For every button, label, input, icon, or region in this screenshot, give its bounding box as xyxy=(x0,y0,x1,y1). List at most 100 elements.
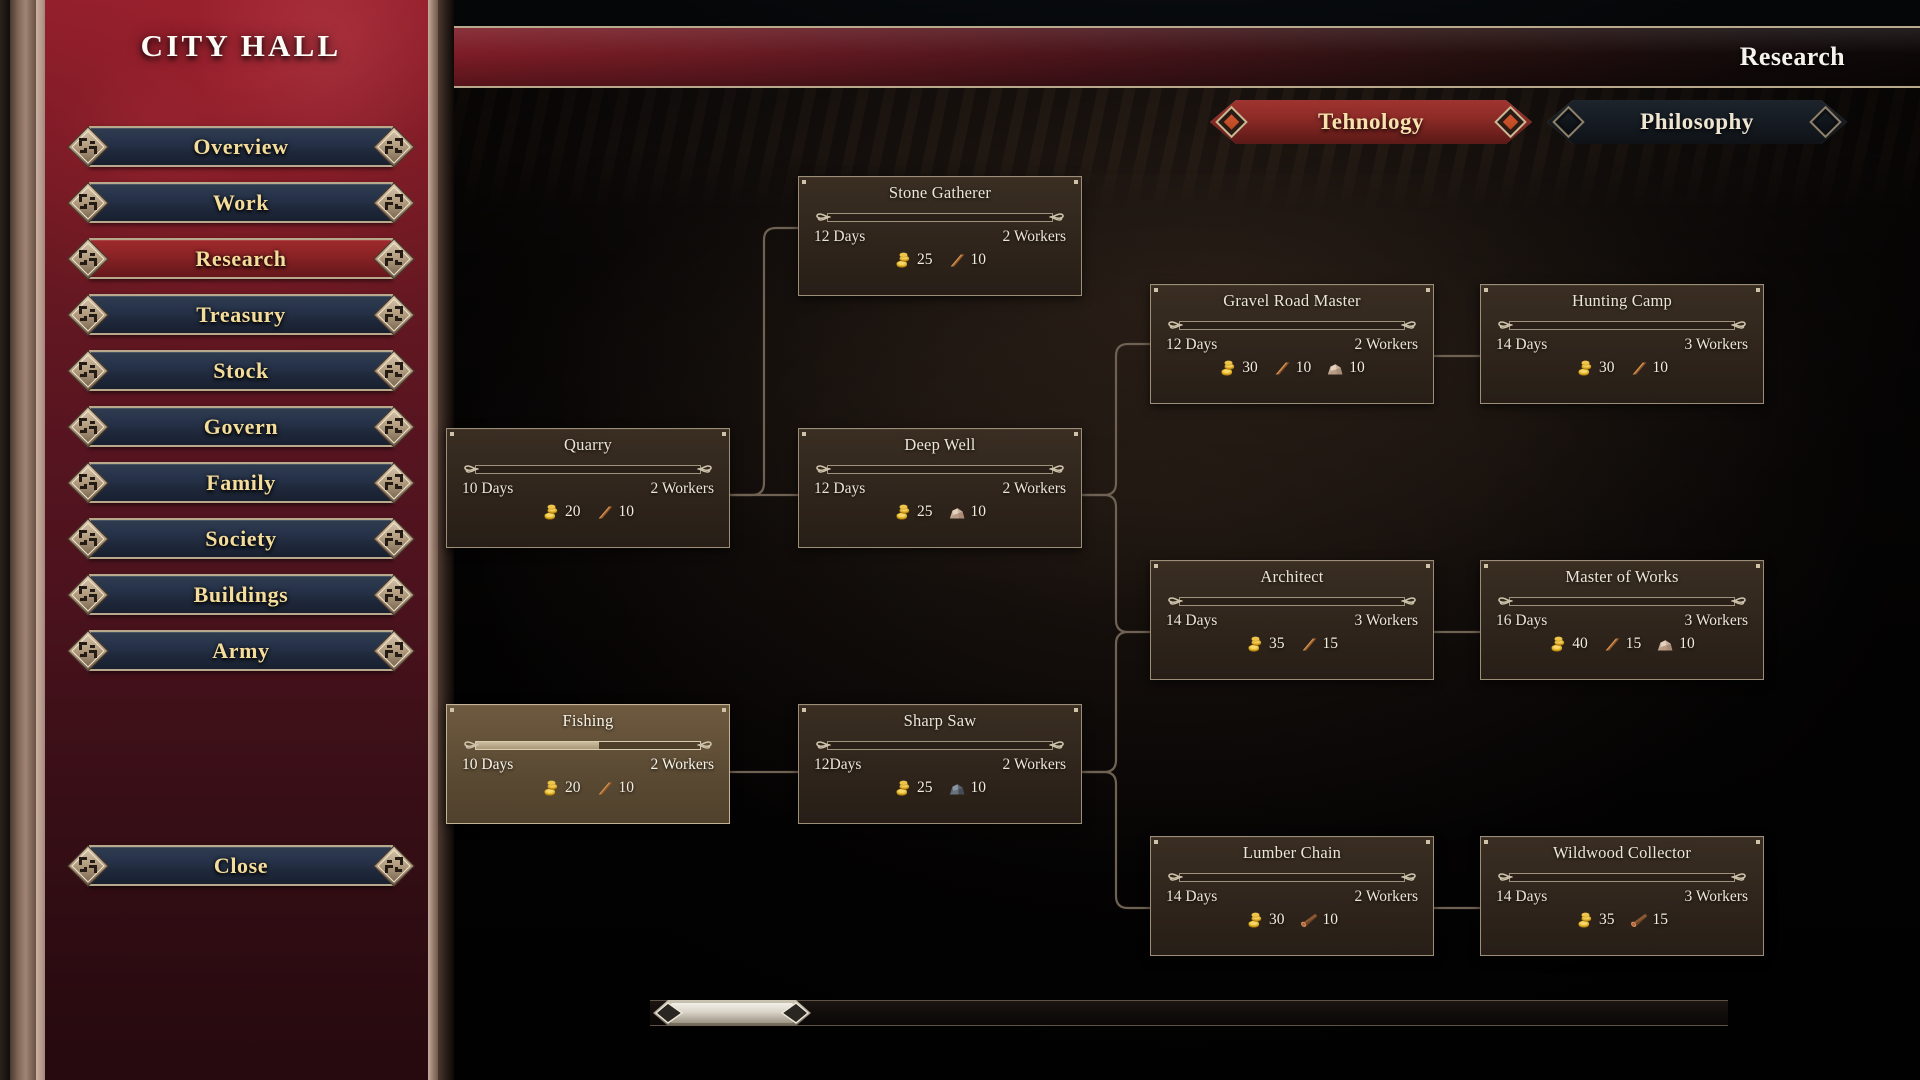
stone-icon xyxy=(948,504,967,521)
cost-amount: 10 xyxy=(970,251,987,268)
research-node-quarry[interactable]: Quarry 10 Days 2 Workers 20 10 xyxy=(446,428,730,548)
research-node-master-of-works[interactable]: Master of Works 16 Days 3 Workers 40 15 10 xyxy=(1480,560,1764,680)
node-costs: 35 15 xyxy=(1151,630,1433,653)
cost-item: 15 xyxy=(1630,911,1668,929)
node-meta: 12 Days 2 Workers xyxy=(799,223,1081,246)
node-corner-marker xyxy=(802,432,806,436)
sidebar-item-label: Society xyxy=(205,525,277,551)
node-workers: 3 Workers xyxy=(1684,336,1748,353)
sidebar-item-treasury[interactable]: Treasury xyxy=(67,293,415,336)
node-workers: 2 Workers xyxy=(650,480,714,497)
greek-key-ornament-icon xyxy=(67,125,109,168)
log-icon xyxy=(1630,912,1649,929)
node-days: 14 Days xyxy=(1496,888,1548,905)
cost-item: 10 xyxy=(1326,359,1365,377)
sidebar-item-buildings[interactable]: Buildings xyxy=(67,573,415,616)
cost-item: 30 xyxy=(1576,359,1615,377)
node-title: Wildwood Collector xyxy=(1552,843,1692,862)
cost-item: 25 xyxy=(894,779,933,797)
research-node-architect[interactable]: Architect 14 Days 3 Workers 35 15 xyxy=(1150,560,1434,680)
sidebar-item-work[interactable]: Work xyxy=(67,181,415,224)
leaf-flourish-icon xyxy=(815,209,832,225)
wood-plank-icon xyxy=(1273,360,1292,377)
research-tree: Stone Gatherer 12 Days 2 Workers 25 10 Quarry… xyxy=(446,160,1920,1010)
leaf-flourish-icon xyxy=(463,737,480,753)
research-node-wildwood-collector[interactable]: Wildwood Collector 14 Days 3 Workers 35 15 xyxy=(1480,836,1764,956)
research-node-fishing[interactable]: Fishing 10 Days 2 Workers 20 10 xyxy=(446,704,730,824)
cost-item: 10 xyxy=(596,779,634,797)
sidebar-item-overview[interactable]: Overview xyxy=(67,125,415,168)
wood-plank-icon xyxy=(1630,360,1649,377)
research-node-lumber-chain[interactable]: Lumber Chain 14 Days 2 Workers 30 10 xyxy=(1150,836,1434,956)
sidebar-item-govern[interactable]: Govern xyxy=(67,405,415,448)
sidebar-item-stock[interactable]: Stock xyxy=(67,349,415,392)
stone-icon xyxy=(1326,360,1345,377)
sidebar-item-label: Research xyxy=(195,245,287,271)
greek-key-ornament-icon xyxy=(373,405,415,448)
node-days: 12 Days xyxy=(814,480,866,497)
sidebar-item-label: Buildings xyxy=(193,581,289,607)
tab-philosophy[interactable]: Philosophy xyxy=(1547,100,1847,144)
research-node-hunting-camp[interactable]: Hunting Camp 14 Days 3 Workers 30 10 xyxy=(1480,284,1764,404)
node-costs: 20 10 xyxy=(447,498,729,521)
cost-amount: 10 xyxy=(970,779,987,796)
greek-key-ornament-icon xyxy=(67,844,109,887)
node-title: Quarry xyxy=(564,435,612,454)
node-corner-marker xyxy=(1154,564,1158,568)
cost-amount: 10 xyxy=(1322,911,1339,928)
progress-track xyxy=(475,741,701,750)
node-days: 16 Days xyxy=(1496,612,1548,629)
horizontal-scrollbar[interactable] xyxy=(650,1000,1728,1026)
gold-coins-icon xyxy=(1219,360,1238,377)
sidebar-item-label: Work xyxy=(212,189,270,215)
node-title: Master of Works xyxy=(1565,567,1679,586)
cost-amount: 10 xyxy=(1295,359,1312,376)
node-corner-marker xyxy=(450,432,454,436)
node-workers: 2 Workers xyxy=(1002,228,1066,245)
node-corner-marker xyxy=(802,708,806,712)
sidebar-item-research[interactable]: Research xyxy=(67,237,415,280)
sidebar-item-society[interactable]: Society xyxy=(67,517,415,560)
node-workers: 2 Workers xyxy=(1002,756,1066,773)
cost-amount: 35 xyxy=(1269,635,1285,652)
research-node-stone-gatherer[interactable]: Stone Gatherer 12 Days 2 Workers 25 10 xyxy=(798,176,1082,296)
gold-coins-icon xyxy=(1246,636,1265,653)
research-node-deep-well[interactable]: Deep Well 12 Days 2 Workers 25 10 xyxy=(798,428,1082,548)
node-meta: 14 Days 3 Workers xyxy=(1481,331,1763,354)
progress-track xyxy=(1509,873,1735,882)
node-title: Sharp Saw xyxy=(903,711,977,730)
node-corner-marker xyxy=(1426,840,1430,844)
node-title: Architect xyxy=(1260,567,1324,586)
gold-coins-icon xyxy=(894,780,913,797)
node-corner-marker xyxy=(1074,432,1078,436)
progress-track xyxy=(1509,597,1735,606)
tab-label: Tehnology xyxy=(1318,109,1424,134)
node-workers: 3 Workers xyxy=(1354,612,1418,629)
tab-tehnology[interactable]: Tehnology xyxy=(1210,100,1532,144)
cost-amount: 20 xyxy=(565,503,581,520)
gold-coins-icon xyxy=(1576,360,1595,377)
iron-ore-icon xyxy=(948,780,967,797)
cost-item: 25 xyxy=(894,251,933,269)
greek-key-ornament-icon xyxy=(67,461,109,504)
sidebar-item-label: Treasury xyxy=(196,301,286,327)
node-workers: 3 Workers xyxy=(1684,612,1748,629)
research-category-tabs: Tehnology Philosophy xyxy=(452,100,1920,144)
greek-key-ornament-icon xyxy=(373,844,415,887)
close-button[interactable]: Close xyxy=(67,844,415,887)
research-node-sharp-saw[interactable]: Sharp Saw 12Days 2 Workers 25 10 xyxy=(798,704,1082,824)
leaf-flourish-icon xyxy=(1167,869,1184,885)
node-costs: 30 10 10 xyxy=(1151,354,1433,377)
leaf-flourish-icon xyxy=(1497,593,1514,609)
research-node-gravel-road-master[interactable]: Gravel Road Master 12 Days 2 Workers 30 10 10 xyxy=(1150,284,1434,404)
sidebar-item-family[interactable]: Family xyxy=(67,461,415,504)
greek-key-ornament-icon xyxy=(67,573,109,616)
node-progress-bar xyxy=(1497,593,1746,609)
node-meta: 10 Days 2 Workers xyxy=(447,475,729,498)
scrollbar-thumb[interactable] xyxy=(652,999,812,1027)
node-days: 12Days xyxy=(814,756,862,773)
progress-track xyxy=(1509,321,1735,330)
greek-key-ornament-icon xyxy=(67,405,109,448)
sidebar-item-army[interactable]: Army xyxy=(67,629,415,672)
gold-coins-icon xyxy=(542,504,561,521)
